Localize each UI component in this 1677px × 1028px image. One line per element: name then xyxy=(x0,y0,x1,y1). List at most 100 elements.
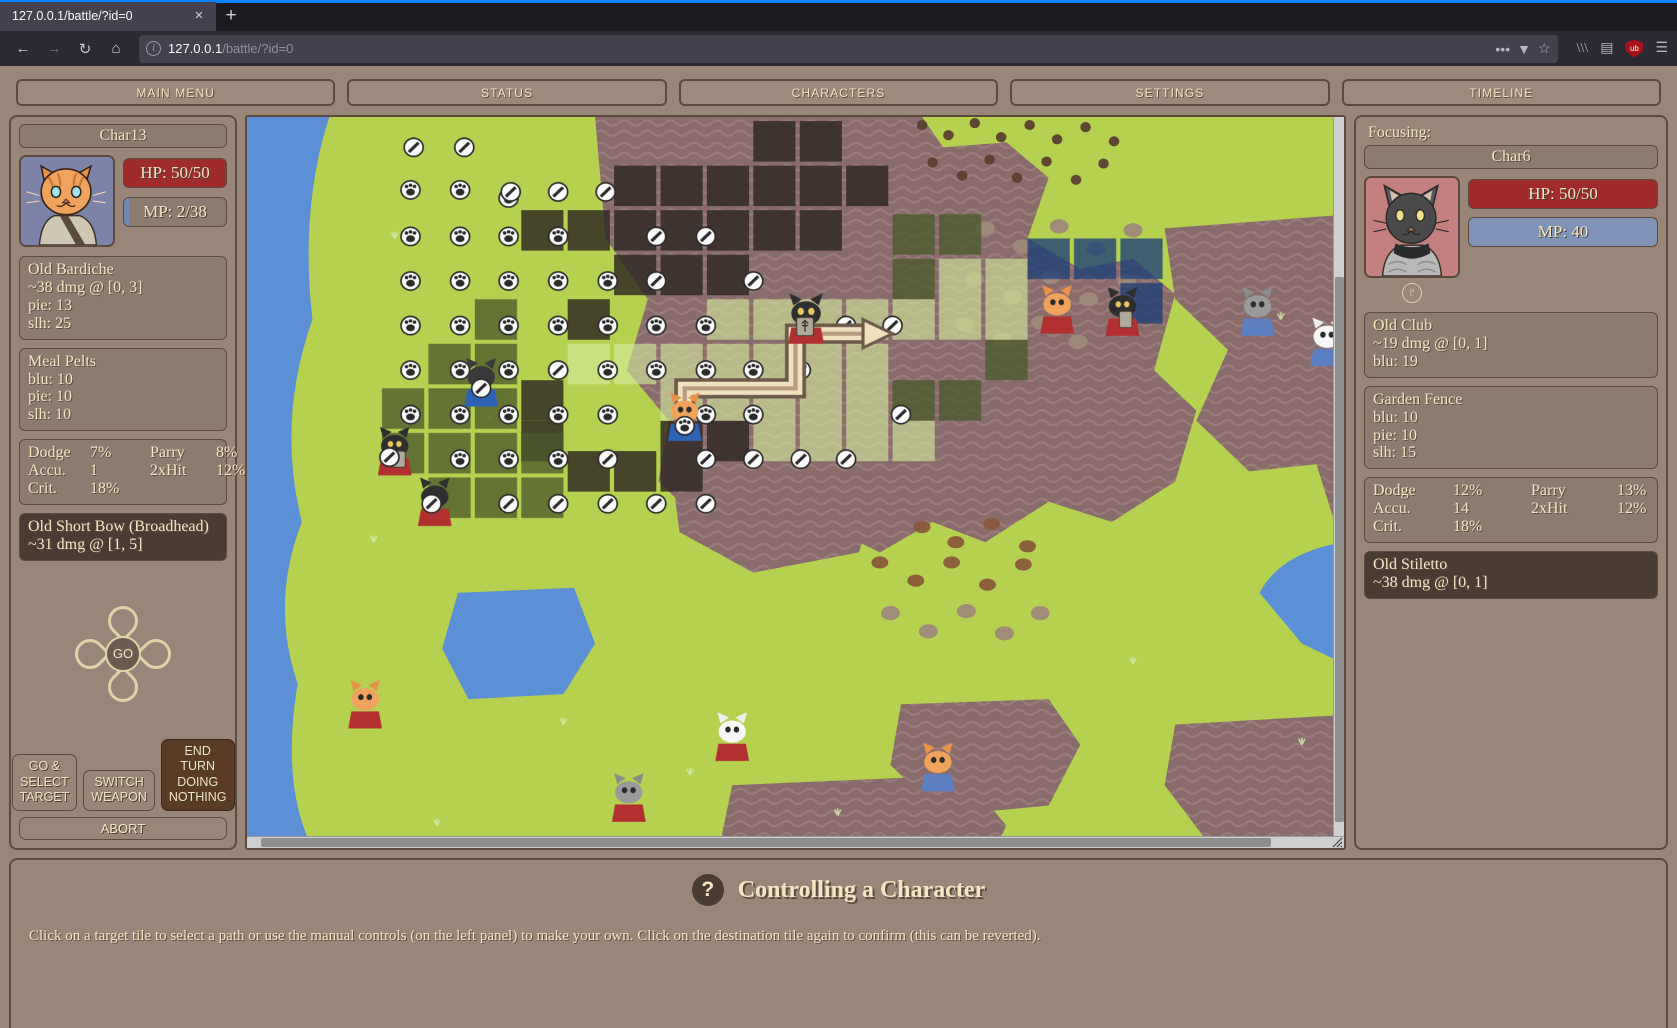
abort-button[interactable]: ABORT xyxy=(19,817,227,840)
browser-tab[interactable]: 127.0.0.1/battle/?id=0 × xyxy=(0,0,216,31)
armor-stat-0: blu: 10 xyxy=(28,370,73,388)
weapon-name: Old Bardiche xyxy=(28,261,114,278)
site-info-icon[interactable]: i xyxy=(146,41,161,56)
target-armor-stat-1: pie: 10 xyxy=(1373,426,1417,444)
resize-grip-icon[interactable] xyxy=(1331,835,1343,848)
new-tab-icon[interactable]: + xyxy=(216,3,246,31)
go-and-select-target-button[interactable]: GO & SELECT TARGET xyxy=(11,754,78,811)
url-path: /battle/?id=0 xyxy=(222,41,294,56)
target-weapon-stat-0: blu: 19 xyxy=(1373,352,1418,370)
doublehit-value: 12% xyxy=(216,462,246,480)
hamburger-menu-icon[interactable]: ☰ xyxy=(1655,40,1668,57)
top-menu-bar: MAIN MENU STATUS CHARACTERS SETTINGS TIM… xyxy=(9,73,1668,115)
focusing-label: Focusing: xyxy=(1368,124,1432,141)
help-title-row: ? Controlling a Character xyxy=(25,874,1652,906)
target-character-name: Char6 xyxy=(1364,145,1658,169)
crit-label: Crit. xyxy=(28,480,57,498)
menu-button-status[interactable]: STATUS xyxy=(347,79,667,106)
parry-value: 8% xyxy=(216,444,238,462)
target-dodge-value: 12% xyxy=(1453,482,1483,500)
chrome-right-icons: \\\ ▤ ub ☰ xyxy=(1567,39,1668,58)
help-body-text: Click on a target tile to select a path … xyxy=(29,928,1041,944)
parry-label: Parry xyxy=(150,444,185,462)
move-down-arrow-icon[interactable] xyxy=(101,665,145,708)
target-doublehit-label: 2xHit xyxy=(1531,500,1568,518)
menu-button-main-menu[interactable]: MAIN MENU xyxy=(16,79,336,106)
equipped-weapon-info: Old Bardiche ~38 dmg @ [0, 3] pie: 13 sl… xyxy=(19,256,227,340)
equipped-armor-info: Meal Pelts blu: 10 pie: 10 slh: 10 xyxy=(19,347,227,432)
sidebar-icon[interactable]: ▤ xyxy=(1600,40,1613,57)
map-horizontal-scrollbar[interactable] xyxy=(247,836,1344,848)
dodge-label: Dodge xyxy=(28,444,71,462)
reload-icon[interactable]: ↻ xyxy=(71,35,99,63)
home-icon[interactable]: ⌂ xyxy=(102,35,130,63)
target-portrait-and-bars: ♇ HP: 50/50 MP: 40 xyxy=(1364,176,1658,303)
target-armor-stat-0: blu: 10 xyxy=(1373,408,1418,426)
ublock-shield-icon[interactable]: ub xyxy=(1625,39,1644,58)
armor-stat-1: pie: 10 xyxy=(28,388,72,406)
forward-icon[interactable]: → xyxy=(40,35,68,63)
page-actions-icon[interactable]: ••• xyxy=(1495,41,1510,57)
mp-bar: MP: 2/38 xyxy=(123,197,227,227)
close-icon[interactable]: × xyxy=(190,7,208,25)
weapon-damage: ~38 dmg @ [0, 3] xyxy=(28,278,143,296)
accuracy-label: Accu. xyxy=(28,462,66,480)
doublehit-label: 2xHit xyxy=(150,462,187,480)
map-vertical-scrollbar[interactable] xyxy=(1333,117,1344,839)
movement-dpad-container: GO xyxy=(19,569,227,739)
target-armor-stat-2: slh: 15 xyxy=(1373,444,1417,462)
focused-target-panel: Focusing: Char6 ♇ HP: 50/50 MP: 40 Old C… xyxy=(1354,115,1668,850)
bookmark-star-icon[interactable]: ☆ xyxy=(1538,40,1551,57)
end-turn-button[interactable]: END TURN DOING NOTHING xyxy=(160,738,235,811)
target-accuracy-label: Accu. xyxy=(1373,500,1411,518)
move-right-arrow-icon[interactable] xyxy=(134,632,178,675)
target-crit-value: 18% xyxy=(1453,518,1483,536)
go-button[interactable]: GO xyxy=(105,635,141,672)
accuracy-value: 1 xyxy=(90,462,98,480)
map-canvas[interactable] xyxy=(247,117,1344,848)
dodge-value: 7% xyxy=(90,444,112,462)
mp-fill xyxy=(124,198,130,226)
target-parry-label: Parry xyxy=(1531,482,1566,500)
target-crit-label: Crit. xyxy=(1373,518,1402,536)
library-icon[interactable]: \\\ xyxy=(1577,41,1589,57)
help-heading: Controlling a Character xyxy=(737,876,986,903)
target-dodge-label: Dodge xyxy=(1373,482,1416,500)
target-hp-bar: HP: 50/50 xyxy=(1468,179,1658,209)
target-marker-icon[interactable]: ♇ xyxy=(1402,283,1422,303)
main-columns: Char13 HP: 50/50 MP: 2/38 Old Bardiche ~… xyxy=(9,115,1668,850)
help-panel: ? Controlling a Character Click on a tar… xyxy=(9,858,1668,1028)
target-armor-name: Garden Fence xyxy=(1373,390,1463,408)
target-avatar[interactable] xyxy=(1364,176,1460,278)
armor-name: Meal Pelts xyxy=(28,352,96,370)
pocket-icon[interactable]: ▼ xyxy=(1517,41,1531,57)
target-weapon-info: Old Club ~19 dmg @ [0, 1] blu: 19 xyxy=(1364,312,1658,378)
target-mp-bar: MP: 40 xyxy=(1468,217,1658,247)
target-secondary-weapon-info: Old Stiletto ~38 dmg @ [0, 1] xyxy=(1364,551,1658,599)
target-accuracy-value: 14 xyxy=(1453,500,1469,518)
menu-button-settings[interactable]: SETTINGS xyxy=(1010,79,1330,106)
movement-dpad: GO xyxy=(68,599,178,708)
combat-stats: Dodge 7% Parry 8% Accu. 1 2xHit 12% Crit… xyxy=(19,439,245,505)
portrait-and-bars: HP: 50/50 MP: 2/38 xyxy=(19,155,227,247)
menu-button-characters[interactable]: CHARACTERS xyxy=(678,79,999,106)
battle-map[interactable] xyxy=(245,115,1346,850)
alt-weapon-damage: ~31 dmg @ [1, 5] xyxy=(28,535,143,553)
address-bar[interactable]: i 127.0.0.1/battle/?id=0 ••• ▼ ☆ xyxy=(139,34,1558,63)
mp-label: MP: 2/38 xyxy=(143,202,207,221)
target-alt-weapon-name: Old Stiletto xyxy=(1373,556,1448,574)
tab-strip: 127.0.0.1/battle/?id=0 × + xyxy=(0,0,1677,31)
switch-weapon-button[interactable]: SWITCH WEAPON xyxy=(83,769,155,811)
navigation-bar: ← → ↻ ⌂ i 127.0.0.1/battle/?id=0 ••• ▼ ☆… xyxy=(0,31,1677,66)
scroll-thumb-vertical[interactable] xyxy=(1335,277,1344,822)
crit-value: 18% xyxy=(90,480,120,498)
character-name: Char13 xyxy=(19,124,227,148)
hp-bar: HP: 50/50 xyxy=(123,158,227,188)
back-icon[interactable]: ← xyxy=(9,35,37,63)
avatar[interactable] xyxy=(19,155,115,247)
menu-button-timeline[interactable]: TIMELINE xyxy=(1341,79,1662,106)
action-buttons: GO & SELECT TARGET SWITCH WEAPON END TUR… xyxy=(11,738,235,811)
target-combat-stats: Dodge 12% Parry 13% Accu. 14 2xHit 12% C… xyxy=(1364,477,1658,544)
scroll-thumb-horizontal[interactable] xyxy=(261,838,1271,847)
weapon-stat-0: pie: 13 xyxy=(28,296,72,314)
